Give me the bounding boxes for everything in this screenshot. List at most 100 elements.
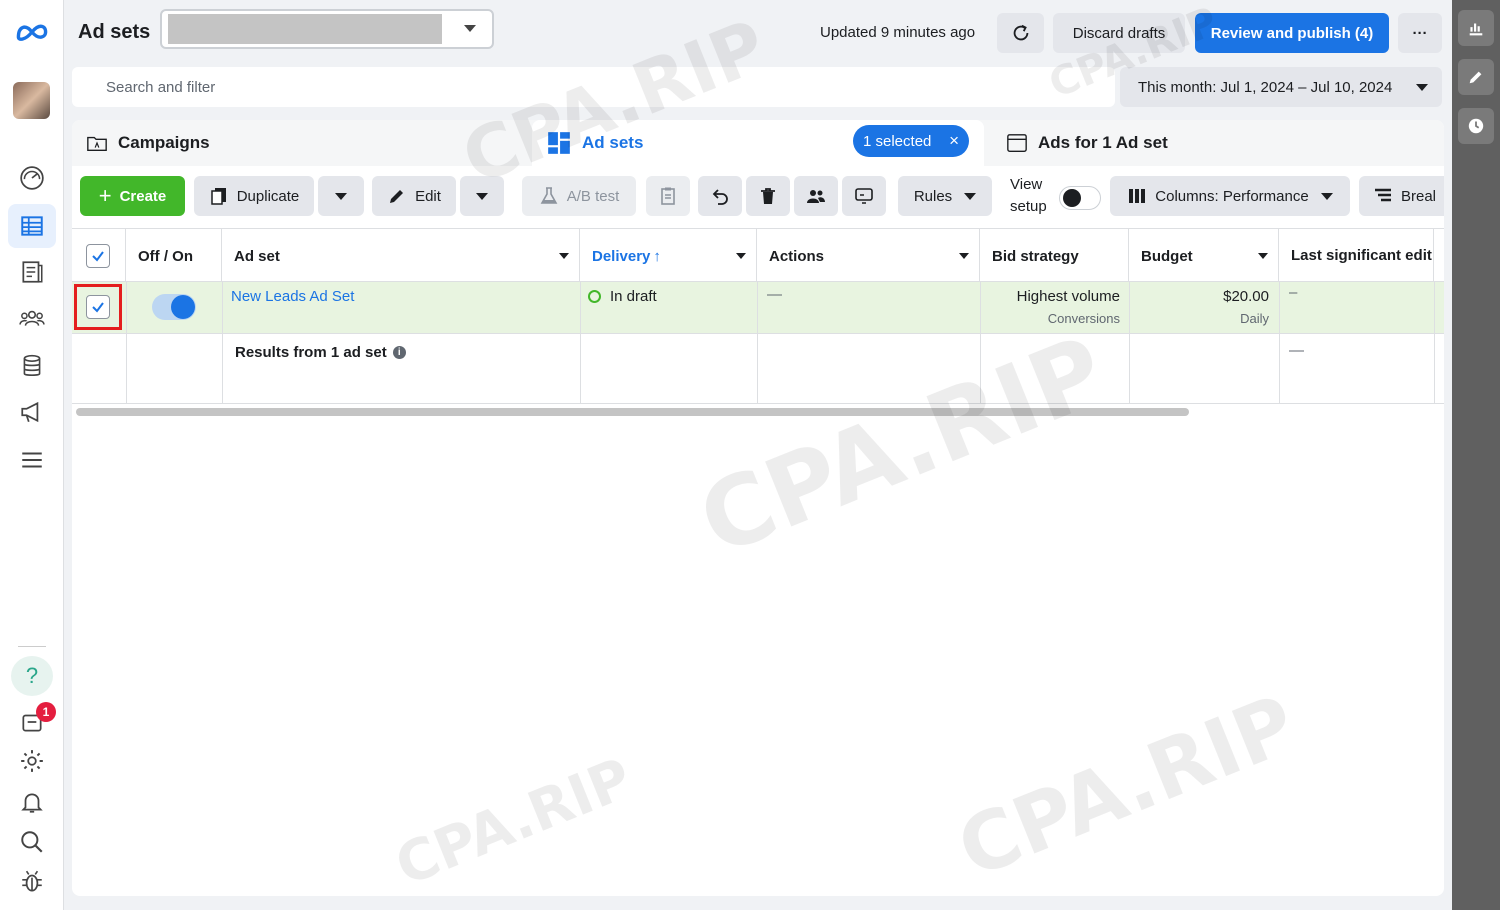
column-header-actions[interactable]: Actions	[757, 229, 980, 283]
selection-badge[interactable]: 1 selected ×	[853, 125, 969, 157]
help-icon[interactable]: ?	[11, 656, 53, 696]
bid-strategy-label: Highest volume	[1016, 288, 1120, 305]
more-options-button[interactable]: ···	[1398, 13, 1442, 53]
column-header-delivery[interactable]: Delivery ↑	[580, 229, 757, 283]
toggle-knob	[1063, 189, 1081, 207]
audience-button[interactable]	[794, 176, 838, 216]
people-icon	[807, 190, 825, 203]
tab-ad-sets-label: Ad sets	[582, 133, 644, 152]
history-clock-icon[interactable]	[1458, 108, 1494, 144]
horizontal-scrollbar[interactable]	[76, 408, 1189, 416]
help-glyph: ?	[25, 663, 39, 688]
chevron-down-icon	[964, 192, 977, 200]
preview-button[interactable]	[842, 176, 886, 216]
settings-gear-icon[interactable]	[16, 745, 48, 777]
flask-icon	[540, 187, 558, 204]
clear-selection-icon[interactable]: ×	[949, 131, 959, 151]
column-header-actions-label: Actions	[769, 247, 825, 265]
tab-ads-label: Ads for 1 Ad set	[1038, 133, 1168, 152]
columns-button[interactable]: Columns: Performance	[1110, 176, 1350, 216]
sort-caret-icon	[736, 253, 746, 259]
report-bug-icon[interactable]	[16, 866, 48, 898]
check-icon	[92, 251, 104, 262]
review-and-publish-button[interactable]: Review and publish (4)	[1195, 13, 1389, 53]
tab-ads[interactable]: Ads for 1 Ad set	[1006, 120, 1436, 166]
redacted-account-name	[168, 14, 442, 44]
rules-button[interactable]: Rules	[898, 176, 992, 216]
meta-logo-icon[interactable]	[14, 16, 50, 48]
sort-caret-icon	[1258, 253, 1268, 259]
search-and-filter-bar[interactable]	[72, 67, 1115, 107]
column-header-bid-strategy[interactable]: Bid strategy	[980, 229, 1129, 283]
create-button[interactable]: + Create	[80, 176, 185, 216]
nav-divider	[18, 646, 46, 647]
edit-pencil-icon[interactable]	[1458, 59, 1494, 95]
right-side-rail	[1452, 0, 1500, 910]
audiences-icon[interactable]	[16, 302, 48, 334]
sort-caret-icon	[559, 253, 569, 259]
preview-icon	[855, 188, 873, 204]
sort-ascending-icon: ↑	[653, 247, 661, 265]
results-summary-label: Results from 1 ad set	[235, 344, 387, 361]
billing-coins-icon[interactable]	[16, 350, 48, 382]
select-all-checkbox[interactable]	[86, 244, 110, 268]
folder-icon	[87, 136, 107, 152]
date-range-selector[interactable]: This month: Jul 1, 2024 – Jul 10, 2024	[1120, 67, 1442, 107]
duplicate-label: Duplicate	[236, 187, 300, 205]
column-header-budget[interactable]: Budget	[1129, 229, 1279, 283]
refresh-icon	[1013, 24, 1028, 41]
delivery-status-label: In draft	[610, 288, 657, 305]
delivery-status: In draft	[588, 288, 657, 305]
dashboard-gauge-icon[interactable]	[16, 162, 48, 194]
ab-test-button[interactable]: A/B test	[522, 176, 636, 216]
column-header-last-edit[interactable]: Last significant edit	[1279, 229, 1434, 283]
edit-label: Edit	[415, 187, 441, 205]
duplicate-dropdown-button[interactable]	[318, 176, 364, 216]
edit-dropdown-button[interactable]	[460, 176, 504, 216]
charts-icon[interactable]	[1458, 10, 1494, 46]
ad-set-name-link[interactable]: New Leads Ad Set	[231, 288, 354, 305]
discard-drafts-button[interactable]: Discard drafts	[1053, 13, 1185, 53]
ad-set-on-toggle[interactable]	[152, 294, 196, 320]
budget-period: Daily	[1240, 311, 1269, 326]
ad-account-selector[interactable]	[160, 9, 494, 49]
tab-campaigns[interactable]: Campaigns	[86, 120, 526, 166]
sort-caret-icon	[959, 253, 969, 259]
row-checkbox[interactable]	[86, 295, 110, 319]
undo-button[interactable]	[698, 176, 742, 216]
clipboard-icon	[661, 187, 675, 205]
duplicate-button[interactable]: Duplicate	[194, 176, 314, 216]
toolbar: + Create Duplicate Edit A/B test Rules V…	[72, 166, 1444, 228]
left-navigation: ? 1	[0, 0, 64, 910]
plus-icon: +	[98, 183, 112, 208]
delete-button[interactable]	[746, 176, 790, 216]
pages-icon[interactable]	[16, 256, 48, 288]
ad-window-icon	[1007, 134, 1027, 152]
edit-button[interactable]: Edit	[372, 176, 456, 216]
search-input[interactable]	[72, 67, 1115, 107]
account-avatar[interactable]	[13, 82, 50, 119]
refresh-button[interactable]	[997, 13, 1044, 53]
summary-last-edit: —	[1289, 342, 1304, 359]
column-header-off-on[interactable]: Off / On	[126, 229, 222, 283]
ads-manager-table-icon[interactable]	[8, 204, 56, 248]
notification-badge: 1	[36, 702, 56, 722]
column-header-ad-set-label: Ad set	[234, 247, 280, 265]
columns-label: Columns: Performance	[1155, 187, 1309, 205]
chevron-down-icon	[1320, 192, 1333, 200]
bell-icon[interactable]	[16, 786, 48, 818]
budget-amount: $20.00	[1223, 288, 1269, 305]
tab-campaigns-label: Campaigns	[118, 133, 210, 152]
draft-status-icon	[588, 290, 601, 303]
campaigns-megaphone-icon[interactable]	[16, 396, 48, 428]
all-tools-menu-icon[interactable]	[16, 444, 48, 476]
view-setup-line-2: setup	[1010, 198, 1047, 215]
view-setup-toggle[interactable]	[1059, 186, 1101, 210]
clipboard-button[interactable]	[646, 176, 690, 216]
breakdown-button[interactable]: Breal	[1359, 176, 1444, 216]
info-icon[interactable]: i	[392, 346, 406, 359]
pencil-icon	[390, 190, 404, 203]
search-icon[interactable]	[16, 826, 48, 858]
column-header-ad-set[interactable]: Ad set	[222, 229, 580, 283]
bid-strategy-value: Highest volume Conversions	[980, 288, 1120, 326]
